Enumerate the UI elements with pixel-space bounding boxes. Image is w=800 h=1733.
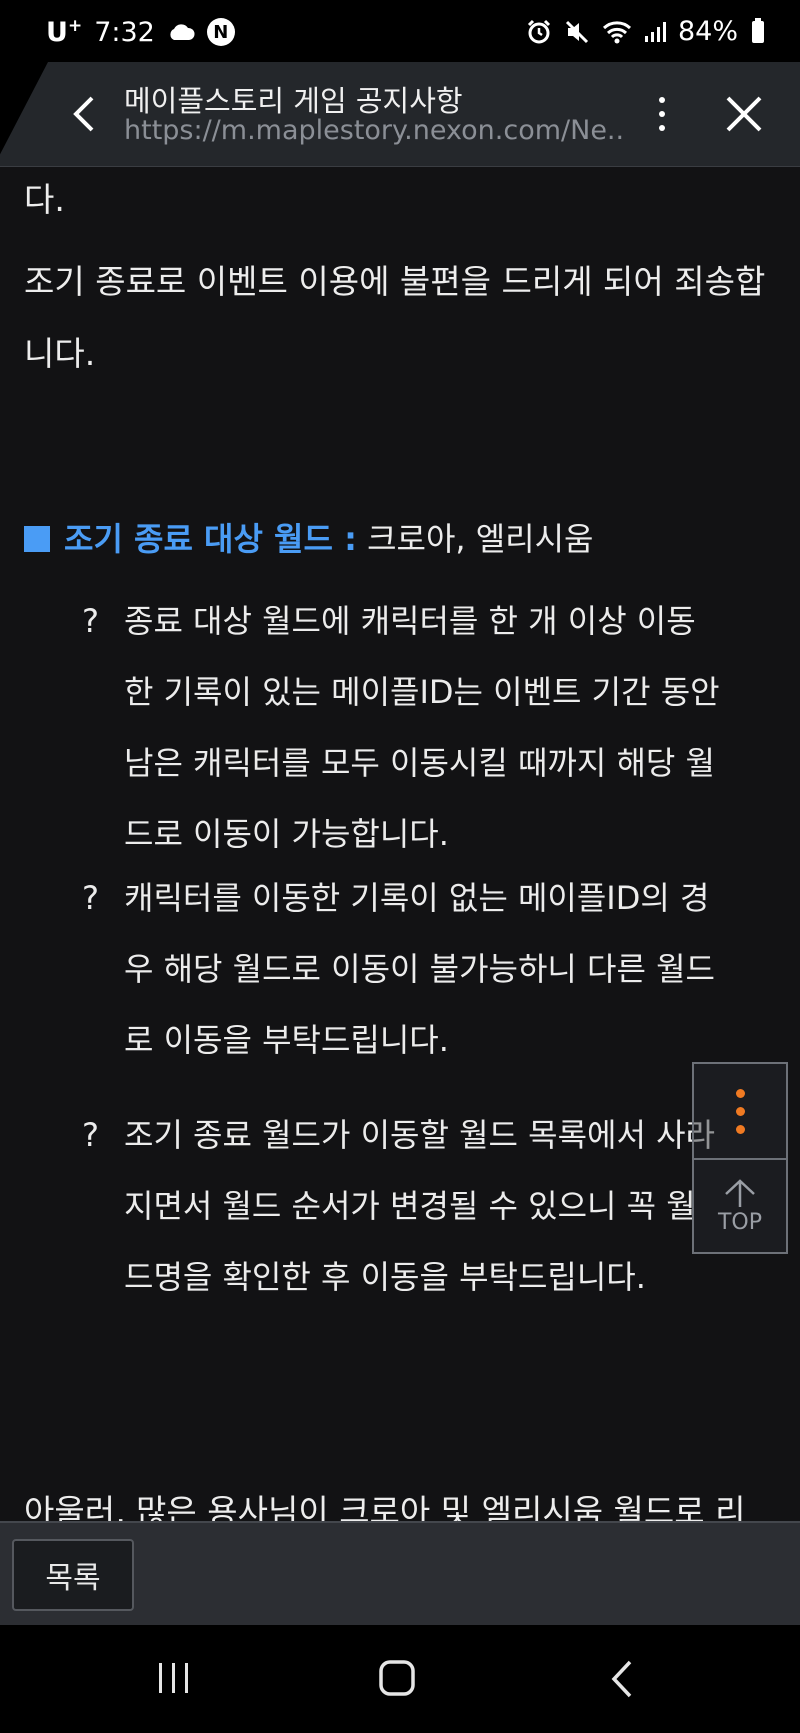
list-button[interactable]: 목록 [12,1539,134,1611]
bullet-mark: ? [82,1116,99,1154]
status-time: 7:32 [94,16,155,48]
page-title: 메이플스토리 게임 공지사항 [124,84,463,118]
close-icon [726,96,762,132]
carrier-text: U [46,17,68,48]
section-value: 크로아, 엘리시움 [356,520,594,558]
dot-icon [659,97,665,103]
list-item: ? 캐릭터를 이동한 기록이 없는 메이플ID의 경우 해당 월드로 이동이 불… [82,863,722,1076]
dot-icon [659,111,665,117]
mute-icon [565,20,589,43]
carrier-sup: + [67,16,83,36]
list-item: ? 종료 대상 월드에 캐릭터를 한 개 이상 이동한 기록이 있는 메이플ID… [82,586,722,853]
bullet-mark: ? [82,602,99,640]
cloud-icon [170,24,195,40]
bottom-bar: 목록 [0,1521,800,1627]
battery-percent: 84% [677,16,738,47]
list-item: ? 조기 종료 월드가 이동할 월드 목록에서 사라지면서 월드 순서가 변경될… [82,1100,722,1313]
naver-badge-icon: N [206,18,235,46]
dot-icon [735,1124,745,1134]
arrow-up-icon [725,1178,755,1207]
chevron-left-icon [73,96,94,132]
wifi-icon [602,20,632,43]
close-button[interactable] [722,92,766,136]
recent-apps-icon[interactable] [157,1661,191,1695]
browser-header: 메이플스토리 게임 공지사항 https://m.maplestory.nexo… [0,62,800,167]
scroll-top-button[interactable]: TOP [694,1160,786,1252]
top-label: TOP [717,1209,763,1235]
section-label: 조기 종료 대상 월드 : [64,520,357,558]
paragraph: 아울러, 많은 용사님이 크로아 및 엘리시움 월드로 리 [24,1492,746,1522]
navigation-bar [0,1625,800,1733]
floating-menu-button[interactable] [694,1064,786,1160]
list-item-text: 조기 종료 월드가 이동할 월드 목록에서 사라지면서 월드 순서가 변경될 수… [124,1116,715,1296]
dot-icon [735,1088,745,1098]
dot-icon [735,1106,745,1116]
list-item-text: 캐릭터를 이동한 기록이 없는 메이플ID의 경우 해당 월드로 이동이 불가능… [124,879,715,1059]
nav-back-icon[interactable] [610,1659,634,1699]
carrier-label: U+ [46,16,82,48]
bullet-mark: ? [82,879,99,917]
status-bar: U+ 7:32 N 84% [0,0,800,62]
more-options-button[interactable] [648,86,676,142]
article-content: 다. 조기 종료로 이벤트 이용에 불편을 드리게 되어 죄송합니다. 조기 종… [0,166,800,1522]
status-right: 84% [526,16,764,47]
paragraph: 조기 종료로 이벤트 이용에 불편을 드리게 되어 죄송합니다. [24,262,766,373]
square-bullet-icon [24,526,50,552]
page-url[interactable]: https://m.maplestory.nexon.com/Ne... [124,115,624,146]
back-button[interactable] [64,90,104,138]
battery-icon [752,17,764,43]
list-item-text: 종료 대상 월드에 캐릭터를 한 개 이상 이동한 기록이 있는 메이플ID는 … [124,602,720,853]
floating-widget: TOP [692,1062,788,1254]
dot-icon [659,125,665,131]
signal-icon [644,21,666,42]
alarm-icon [527,19,551,43]
status-left: U+ 7:32 N [46,16,235,48]
text-line: 다. [24,180,65,219]
section-heading: 조기 종료 대상 월드 : 크로아, 엘리시움 [24,515,594,563]
home-icon[interactable] [378,1659,416,1697]
